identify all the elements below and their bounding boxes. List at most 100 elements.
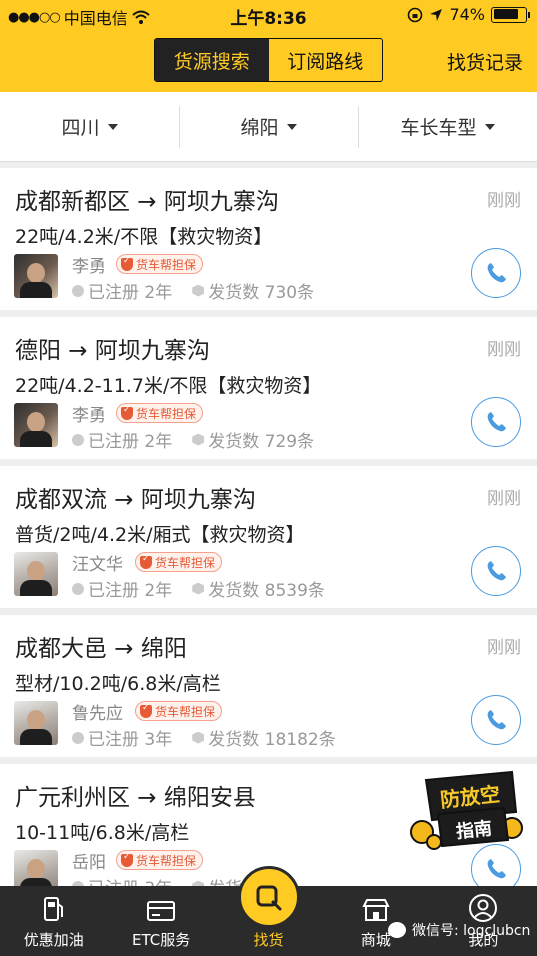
shipper-meta: 已注册 2年 发货数 730条 [72,278,314,303]
cargo-spec: 10-11吨/6.8米/高栏 [15,822,190,844]
shipper-name: 汪文华 [72,555,123,575]
call-button[interactable] [471,695,521,745]
filter-vehicle[interactable]: 车长车型 [358,92,537,161]
filter-vehicle-label: 车长车型 [400,117,477,139]
avatar[interactable] [14,403,58,447]
tab-label: 找货 [253,931,284,949]
shipper-name: 李勇 [72,406,106,426]
promo-sticker[interactable]: 防放空 指南 [404,766,530,850]
box-icon [192,284,205,297]
route-title: 成都大邑 → 绵阳 [15,636,187,662]
search-mode-toggle: 货源搜索 订阅路线 [154,38,383,82]
registered-years: 已注册 3年 [88,730,173,750]
cargo-card[interactable]: 成都新都区 → 阿坝九寨沟 刚刚 22吨/4.2米/不限【救灾物资】 李勇 货车… [0,168,537,310]
shield-icon [121,256,133,271]
shipper-meta: 已注册 2年 发货数 8539条 [72,576,325,601]
post-time: 刚刚 [487,191,521,211]
battery-percent: 74% [449,5,485,24]
post-time: 刚刚 [487,638,521,658]
filter-origin-label: 四川 [61,117,100,139]
app-header: ●●●○○ 中国电信 上午8:36 74% 货源搜索 订阅路线 找货记录 [0,0,537,92]
registered-years: 已注册 2年 [88,283,173,303]
chevron-down-icon [286,123,297,130]
card-icon [147,901,176,921]
filter-destination-label: 绵阳 [240,117,279,139]
watermark-text: 微信号: logclubcn [412,923,531,939]
shipper-meta: 已注册 2年 发货数 729条 [72,427,314,452]
badge-label: 货车帮担保 [136,406,197,421]
clock-icon [72,731,84,744]
status-bar: ●●●○○ 中国电信 上午8:36 74% [0,0,537,30]
shipper-meta: 已注册 3年 发货数 18182条 [72,725,336,750]
shipper-name: 鲁先应 [72,704,123,724]
cargo-spec: 22吨/4.2米/不限【救灾物资】 [15,226,273,248]
guarantee-badge: 货车帮担保 [116,254,204,274]
shield-icon [121,405,133,420]
user-icon [469,894,498,922]
find-cargo-bubble [237,866,300,928]
cargo-spec: 普货/2吨/4.2米/厢式【救灾物资】 [15,524,305,546]
chevron-down-icon [107,123,118,130]
cargo-card[interactable]: 德阳 → 阿坝九寨沟 刚刚 22吨/4.2-11.7米/不限【救灾物资】 李勇 … [0,317,537,459]
tab-cargo-search[interactable]: 货源搜索 [155,39,269,81]
shop-icon [362,899,390,921]
filter-bar: 四川 绵阳 车长车型 [0,92,537,162]
clock-icon [72,582,84,595]
shield-icon [140,703,152,718]
cargo-spec: 型材/10.2吨/6.8米/高栏 [15,673,221,695]
shield-icon [121,852,133,867]
shipment-count: 发货数 729条 [208,432,315,452]
guarantee-badge: 货车帮担保 [116,403,204,423]
cargo-spec: 22吨/4.2-11.7米/不限【救灾物资】 [15,375,322,397]
route-title: 广元利州区 → 绵阳安县 [15,785,256,811]
shield-icon [140,554,152,569]
tab-subscribe-routes[interactable]: 订阅路线 [269,39,383,81]
box-icon [192,433,205,446]
clock-icon [72,433,84,446]
chevron-down-icon [484,123,495,130]
filter-destination[interactable]: 绵阳 [179,92,358,161]
shipper-name: 李勇 [72,257,106,277]
post-time: 刚刚 [487,340,521,360]
location-icon [430,8,443,21]
cargo-card[interactable]: 成都大邑 → 绵阳 刚刚 型材/10.2吨/6.8米/高栏 鲁先应 货车帮担保 … [0,615,537,757]
badge-label: 货车帮担保 [136,257,197,272]
clock-icon [72,284,84,297]
avatar[interactable] [14,254,58,298]
tab-find-cargo[interactable]: 找货 [215,866,322,956]
battery-icon [491,6,530,23]
tab-label: 优惠加油 [23,931,84,949]
post-time: 刚刚 [487,489,521,509]
call-button[interactable] [471,248,521,298]
tab-label: ETC服务 [131,931,191,949]
search-icon [256,885,282,911]
shipment-count: 发货数 18182条 [208,730,336,750]
wechat-watermark: 微信号: logclubcn [388,920,530,940]
promo-subtitle: 指南 [455,817,493,842]
registered-years: 已注册 2年 [88,581,173,601]
phone-icon [487,710,506,730]
call-button[interactable] [471,397,521,447]
avatar[interactable] [14,701,58,745]
route-title: 成都新都区 → 阿坝九寨沟 [15,189,279,215]
guarantee-badge: 货车帮担保 [135,552,223,572]
badge-label: 货车帮担保 [155,704,216,719]
badge-label: 货车帮担保 [155,555,216,570]
shipment-count: 发货数 8539条 [208,581,325,601]
box-icon [192,582,205,595]
shipment-count: 发货数 730条 [208,283,315,303]
cargo-history-button[interactable]: 找货记录 [447,48,523,75]
fuel-pump-icon [43,897,63,921]
phone-icon [487,561,506,581]
call-button[interactable] [471,546,521,596]
tab-fuel-discount[interactable]: 优惠加油 [0,886,107,956]
badge-label: 货车帮担保 [136,853,197,868]
cargo-card[interactable]: 成都双流 → 阿坝九寨沟 刚刚 普货/2吨/4.2米/厢式【救灾物资】 汪文华 … [0,466,537,608]
guarantee-badge: 货车帮担保 [135,701,223,721]
avatar[interactable] [14,552,58,596]
box-icon [192,731,205,744]
wechat-icon [388,922,406,938]
registered-years: 已注册 2年 [88,432,173,452]
filter-origin[interactable]: 四川 [0,92,179,161]
tab-etc-service[interactable]: ETC服务 [107,886,214,956]
